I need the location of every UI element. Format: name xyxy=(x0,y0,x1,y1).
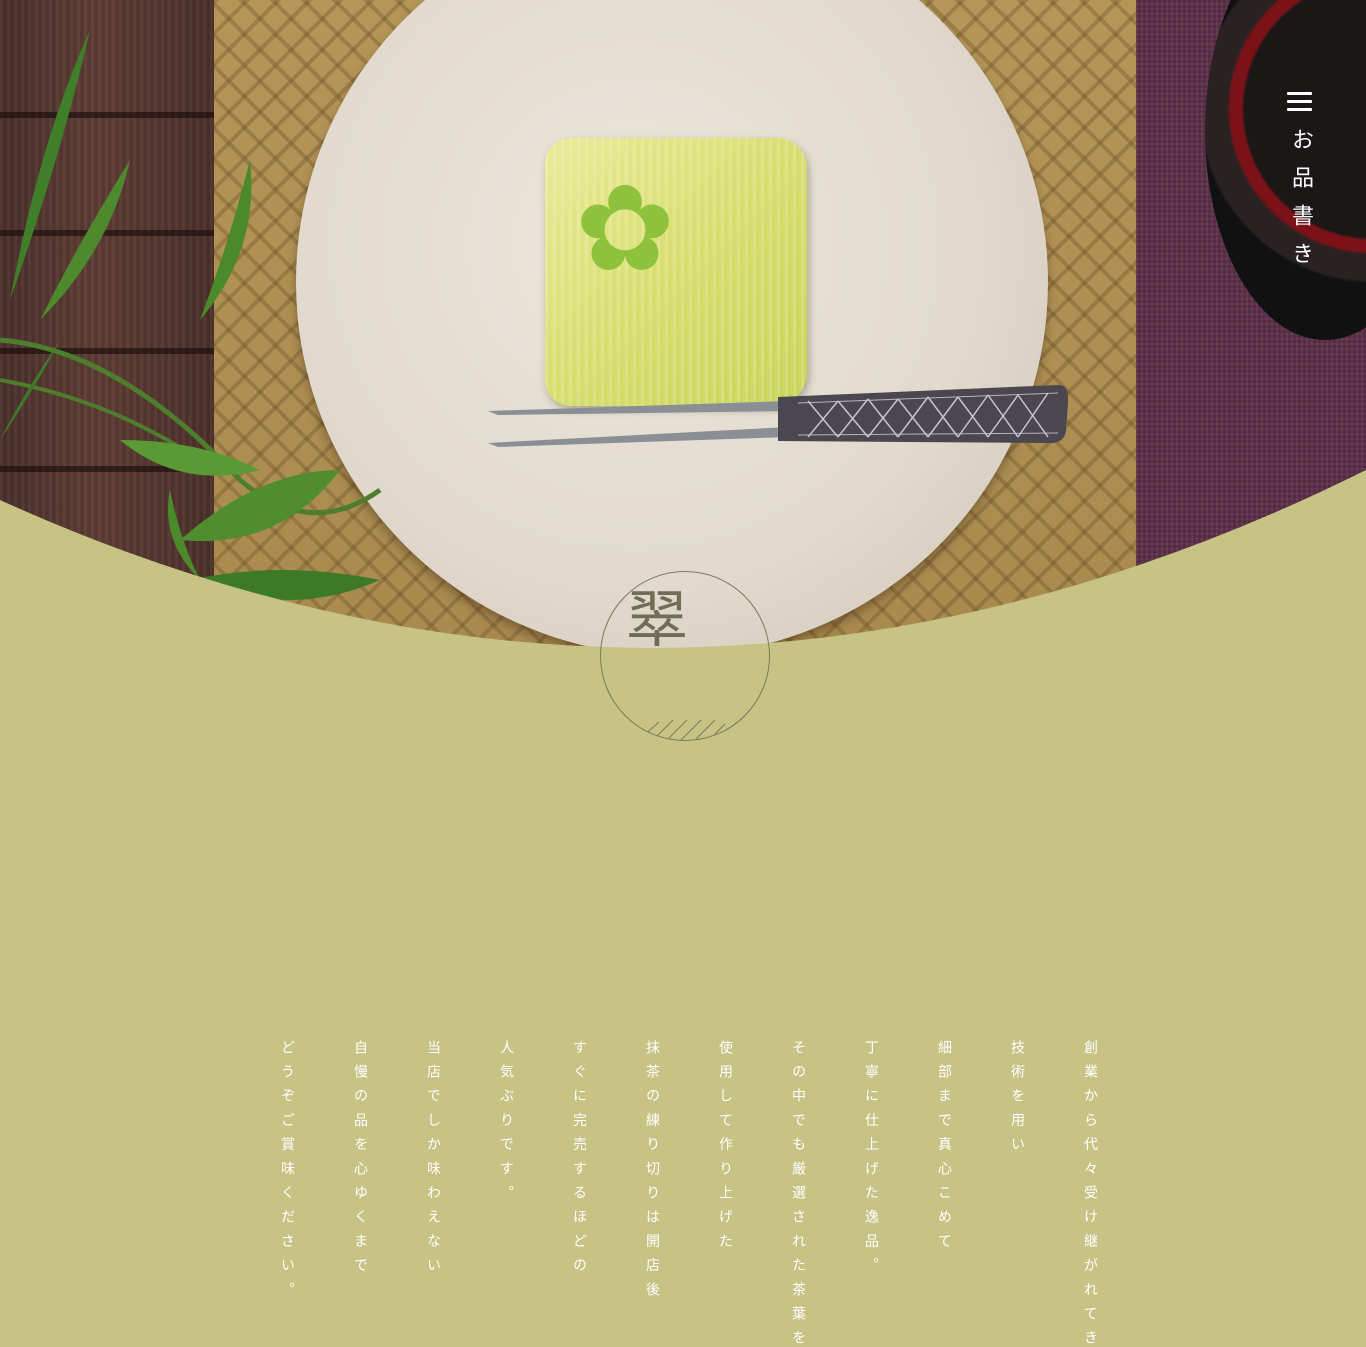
menu-link[interactable]: お品書き xyxy=(1286,128,1316,280)
intro-line: 抹茶の練り切りは開店後 xyxy=(644,1040,660,1307)
intro-line: どうぞご賞味ください。 xyxy=(279,1040,295,1307)
intro-line: すぐに完売するほどの xyxy=(571,1040,587,1282)
kuromoji-fork xyxy=(488,385,1068,447)
intro-line: 当店でしか味わえない xyxy=(425,1040,441,1282)
intro-line: 丁寧に仕上げた逸品。 xyxy=(863,1040,879,1282)
intro-line: 技術を用い xyxy=(1009,1040,1025,1161)
intro-line: 人気ぶりです。 xyxy=(498,1040,514,1210)
intro-line: 創業から代々受け継がれてき xyxy=(1082,1040,1098,1347)
intro-line: その中でも厳選された茶葉を xyxy=(790,1040,806,1347)
emblem-kanji: 翠 xyxy=(626,583,689,656)
intro-line: 細部まで真心こめて xyxy=(936,1040,952,1258)
intro-text: 創業から代々受け継がれてき 技術を用い 細部まで真心こめて 丁寧に仕上げた逸品。… xyxy=(270,1040,1100,1347)
hamburger-menu-icon[interactable] xyxy=(1285,90,1315,114)
maple-leaf-decoration-icon: ✿ xyxy=(574,160,676,299)
intro-line: 使用して作り上げた xyxy=(717,1040,733,1258)
intro-line: 自慢の品を心ゆくまで xyxy=(352,1040,368,1282)
